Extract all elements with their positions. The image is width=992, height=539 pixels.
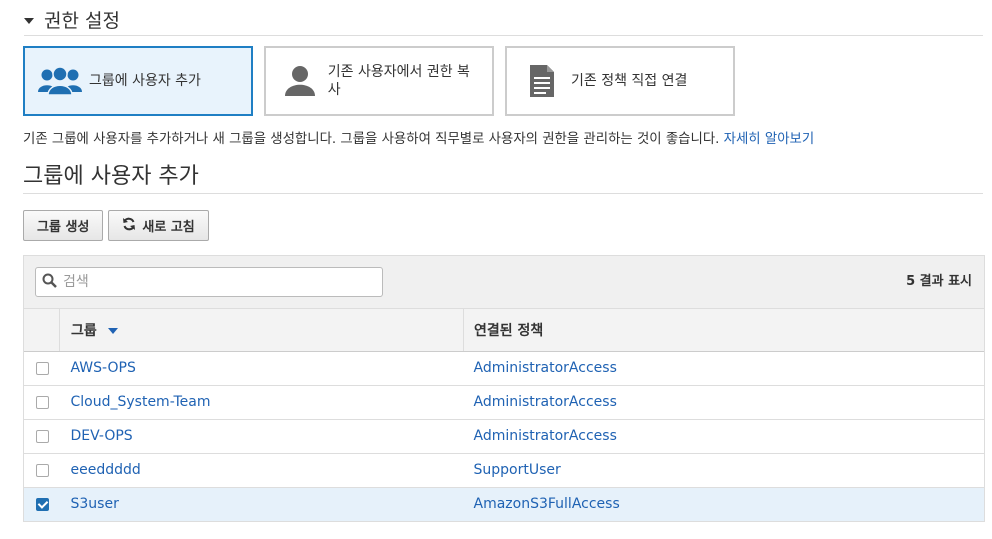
- row-checkbox-checked[interactable]: [36, 497, 50, 511]
- row-checkbox[interactable]: [36, 361, 50, 375]
- policy-link[interactable]: AmazonS3FullAccess: [474, 496, 620, 512]
- row-checkbox[interactable]: [36, 395, 50, 409]
- option-add-to-group[interactable]: 그룹에 사용자 추가: [23, 46, 253, 116]
- policy-link[interactable]: SupportUser: [474, 462, 561, 478]
- group-link[interactable]: Cloud_System-Team: [71, 394, 211, 410]
- policy-link[interactable]: AdministratorAccess: [474, 428, 617, 444]
- refresh-label: 새로 고침: [142, 220, 195, 235]
- search-box[interactable]: [35, 267, 383, 297]
- groups-grid: 그룹 연결된 정책 AWS-OPS AdministratorAccess Cl…: [24, 309, 984, 522]
- header-policy[interactable]: 연결된 정책: [463, 309, 984, 352]
- sort-desc-icon[interactable]: [107, 327, 118, 334]
- group-link[interactable]: eeeddddd: [71, 462, 141, 478]
- policy-link[interactable]: AdministratorAccess: [474, 360, 617, 376]
- group-link[interactable]: S3user: [71, 496, 119, 512]
- section-title: 권한 설정: [44, 10, 120, 32]
- subsection-title: 그룹에 사용자 추가: [23, 164, 199, 189]
- section-header[interactable]: 권한 설정: [24, 4, 983, 36]
- table-row[interactable]: Cloud_System-Team AdministratorAccess: [24, 385, 984, 419]
- card-label: 기존 정책 직접 연결: [571, 73, 688, 89]
- permission-options: 그룹에 사용자 추가 기존 사용자에서 권한 복사 기존 정책 직접 연결: [23, 46, 735, 116]
- document-icon: [519, 61, 565, 101]
- table-header-row: 그룹 연결된 정책: [24, 309, 984, 352]
- filter-bar: 5 결과 표시: [24, 256, 984, 309]
- description: 기존 그룹에 사용자를 추가하거나 새 그룹을 생성합니다. 그룹을 사용하여 …: [23, 127, 814, 147]
- header-policy-label: 연결된 정책: [474, 322, 544, 339]
- search-input[interactable]: [61, 273, 365, 291]
- row-checkbox[interactable]: [36, 429, 50, 443]
- results-count: 5 결과 표시: [906, 274, 972, 289]
- table-row[interactable]: DEV-OPS AdministratorAccess: [24, 419, 984, 453]
- row-checkbox[interactable]: [36, 463, 50, 477]
- refresh-icon: [122, 217, 136, 235]
- option-copy-permissions[interactable]: 기존 사용자에서 권한 복사: [264, 46, 494, 116]
- search-icon: [42, 273, 57, 292]
- table-row-selected[interactable]: S3user AmazonS3FullAccess: [24, 487, 984, 521]
- groups-table: 5 결과 표시 그룹 연결된 정책 AWS-OPS AdministratorA…: [23, 255, 985, 522]
- toolbar: 그룹 생성 새로 고침: [23, 210, 209, 241]
- user-icon: [278, 61, 322, 101]
- subsection-header: 그룹에 사용자 추가: [23, 158, 983, 194]
- description-text: 기존 그룹에 사용자를 추가하거나 새 그룹을 생성합니다. 그룹을 사용하여 …: [23, 132, 720, 147]
- header-group[interactable]: 그룹: [59, 309, 464, 352]
- create-group-button[interactable]: 그룹 생성: [23, 210, 104, 241]
- refresh-button[interactable]: 새로 고침: [108, 210, 209, 241]
- card-label: 그룹에 사용자 추가: [89, 73, 201, 89]
- table-row[interactable]: eeeddddd SupportUser: [24, 453, 984, 487]
- users-icon: [37, 61, 83, 101]
- table-row[interactable]: AWS-OPS AdministratorAccess: [24, 351, 984, 385]
- caret-down-icon[interactable]: [24, 17, 34, 24]
- group-link[interactable]: AWS-OPS: [71, 360, 136, 376]
- create-group-label: 그룹 생성: [37, 220, 90, 235]
- policy-link[interactable]: AdministratorAccess: [474, 394, 617, 410]
- header-checkbox-column: [24, 309, 60, 352]
- group-link[interactable]: DEV-OPS: [71, 428, 133, 444]
- learn-more-link[interactable]: 자세히 알아보기: [724, 132, 815, 147]
- option-attach-policy[interactable]: 기존 정책 직접 연결: [505, 46, 735, 116]
- card-label: 기존 사용자에서 권한 복사: [327, 64, 470, 98]
- header-group-label: 그룹: [71, 322, 97, 339]
